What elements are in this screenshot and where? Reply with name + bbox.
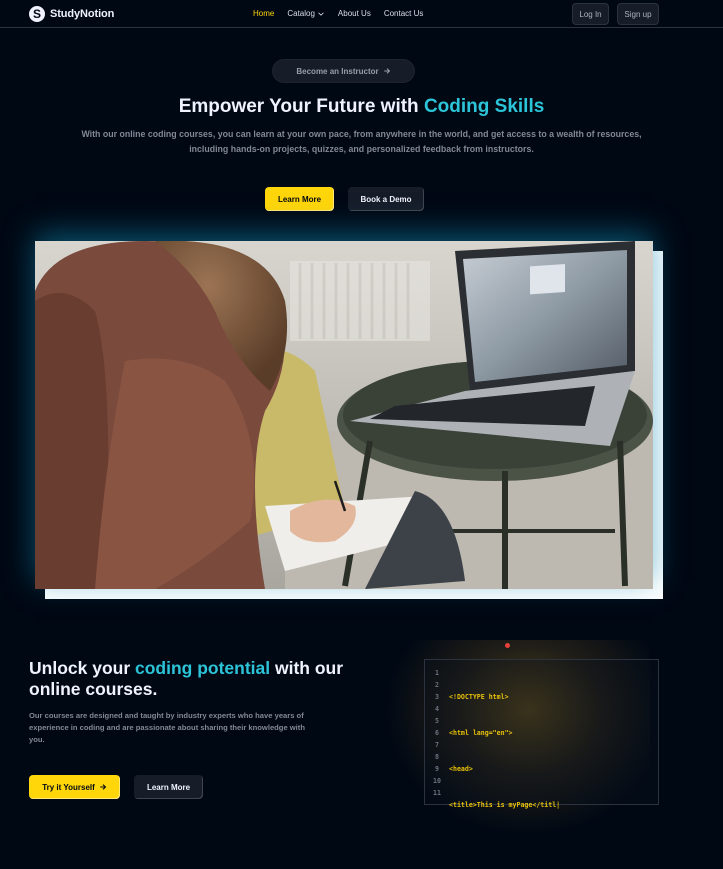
try-it-yourself-button[interactable]: Try it Yourself	[29, 775, 120, 799]
line-number: 7	[435, 741, 439, 749]
student-laptop-image	[35, 241, 653, 589]
line-numbers: 1 2 3 4 5 6 7 8 9 10 11	[425, 667, 449, 799]
nav-link-contact[interactable]: Contact Us	[384, 9, 424, 18]
become-instructor-button[interactable]: Become an Instructor	[273, 60, 414, 82]
book-demo-button[interactable]: Book a Demo	[348, 187, 424, 211]
chevron-down-icon	[318, 12, 324, 16]
hero-title: Empower Your Future with Coding Skills	[0, 96, 723, 118]
login-button[interactable]: Log In	[572, 3, 609, 25]
learn-more-button[interactable]: Learn More	[265, 187, 334, 211]
section-description: Our courses are designed and taught by i…	[29, 711, 305, 745]
section-title-highlight: coding potential	[135, 658, 271, 678]
hero-title-highlight: Coding Skills	[423, 96, 545, 117]
hero-title-prefix: Empower Your Future with	[178, 96, 424, 117]
section-title: Unlock your coding potential with our on…	[29, 658, 349, 700]
code-line: <html lang="en">	[449, 729, 513, 737]
signup-button[interactable]: Sign up	[617, 3, 659, 25]
code-lines: <!DOCTYPE html> <html lang="en"> <head> …	[449, 667, 560, 835]
line-number: 8	[435, 753, 439, 761]
become-instructor-label: Become an Instructor	[296, 66, 379, 76]
hero-video[interactable]	[35, 241, 653, 589]
line-number: 9	[435, 765, 439, 773]
line-number: 3	[435, 693, 439, 701]
code-line: <head>	[449, 765, 473, 773]
red-dot	[505, 643, 510, 648]
line-number: 2	[435, 681, 439, 689]
line-number: 5	[435, 717, 439, 725]
nav-link-about[interactable]: About Us	[338, 9, 371, 18]
nav-links: Home Catalog About Us Contact Us	[253, 9, 423, 18]
arrow-right-icon	[383, 68, 390, 74]
logo-icon: S	[29, 6, 45, 22]
brand-name: StudyNotion	[50, 8, 115, 20]
navbar: S StudyNotion Home Catalog About Us Cont…	[0, 0, 723, 28]
section-title-prefix: Unlock your	[29, 658, 135, 678]
code-line: <title>This is myPage</titl|	[449, 801, 561, 809]
logo[interactable]: S StudyNotion	[29, 6, 114, 22]
try-it-yourself-label: Try it Yourself	[42, 782, 95, 792]
line-number: 4	[435, 705, 439, 713]
code-block: 1 2 3 4 5 6 7 8 9 10 11 <!DOCTYPE html> …	[424, 659, 659, 809]
nav-link-catalog-label: Catalog	[287, 9, 315, 18]
code-line: <!DOCTYPE html>	[449, 693, 509, 701]
line-number: 1	[435, 669, 439, 677]
nav-link-catalog[interactable]: Catalog	[287, 9, 325, 18]
line-number: 6	[435, 729, 439, 737]
line-number: 10	[433, 777, 441, 785]
hero-subtitle: With our online coding courses, you can …	[81, 129, 642, 154]
nav-link-home[interactable]: Home	[253, 9, 274, 18]
learn-more-secondary-button[interactable]: Learn More	[134, 775, 203, 799]
arrow-right-icon	[99, 784, 106, 790]
line-number: 11	[433, 789, 441, 797]
